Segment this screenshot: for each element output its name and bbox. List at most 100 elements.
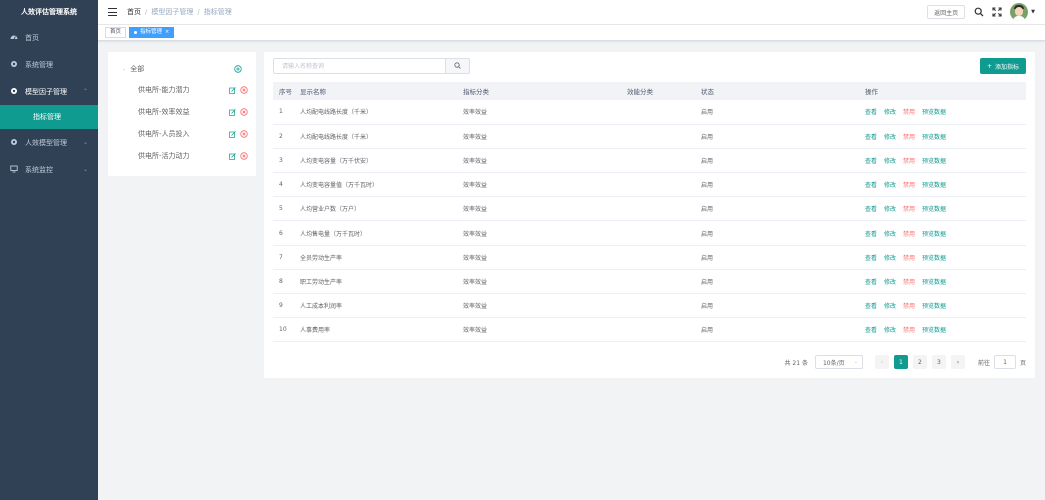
disable-button[interactable]: 禁用 — [903, 279, 915, 286]
preview-data-button[interactable]: 预览数据 — [922, 231, 946, 238]
view-button[interactable]: 查看 — [865, 206, 877, 213]
view-button[interactable]: 查看 — [865, 134, 877, 141]
tree-root[interactable]: ⌄ 全部 — [122, 63, 144, 75]
preview-data-button[interactable]: 预览数据 — [922, 206, 946, 213]
preview-data-button[interactable]: 预览数据 — [922, 134, 946, 141]
search-input[interactable] — [273, 58, 446, 74]
edit-button[interactable]: 修改 — [884, 327, 896, 334]
tree-node-label: 供电所-效率效益 — [138, 108, 190, 116]
view-button[interactable]: 查看 — [865, 182, 877, 189]
edit-icon[interactable] — [228, 86, 236, 94]
sidebar-subitem-label: 指标管理 — [33, 113, 61, 121]
edit-icon[interactable] — [228, 152, 236, 160]
table-cell: 人工成本利润率 — [294, 293, 457, 319]
page-button[interactable]: 1 — [893, 355, 908, 369]
view-button[interactable]: 查看 — [865, 109, 877, 116]
goto-page-input[interactable] — [993, 355, 1016, 369]
sidebar-subitem-indicator[interactable]: 指标管理 — [0, 105, 98, 129]
search-button[interactable] — [446, 58, 470, 74]
tree-node[interactable]: 供电所-能力潜力 — [138, 84, 248, 96]
caret-down-icon[interactable]: ⌄ — [122, 66, 126, 72]
view-button[interactable]: 查看 — [865, 231, 877, 238]
sidebar-item-home[interactable]: 首页 — [0, 24, 98, 51]
edit-button[interactable]: 修改 — [884, 134, 896, 141]
view-button[interactable]: 查看 — [865, 279, 877, 286]
page-size-select[interactable]: 10条/页 ⌄ — [814, 355, 863, 369]
disable-button[interactable]: 禁用 — [903, 231, 915, 238]
disable-button[interactable]: 禁用 — [903, 109, 915, 116]
avatar[interactable] — [1010, 3, 1029, 21]
view-button[interactable]: 查看 — [865, 327, 877, 334]
table-cell: 启用 — [695, 124, 859, 149]
edit-button[interactable]: 修改 — [884, 158, 896, 165]
table-cell: 全员劳动生产率 — [294, 245, 457, 270]
edit-icon[interactable] — [228, 130, 236, 138]
add-indicator-button[interactable]: + 添加指标 — [979, 58, 1026, 74]
edit-button[interactable]: 修改 — [884, 206, 896, 213]
sidebar-item-model-factor[interactable]: 模型因子管理 ⌃ — [0, 78, 98, 105]
preview-data-button[interactable]: 预览数据 — [922, 303, 946, 310]
preview-data-button[interactable]: 预览数据 — [922, 109, 946, 116]
view-button[interactable]: 查看 — [865, 303, 877, 310]
edit-button[interactable]: 修改 — [884, 182, 896, 189]
tree-node[interactable]: 供电所-效率效益 — [138, 106, 248, 118]
edit-button[interactable]: 修改 — [884, 231, 896, 238]
tag-label: 指标管理 — [140, 29, 163, 35]
search-icon[interactable] — [974, 7, 984, 17]
tag-indicator-management[interactable]: 指标管理 × — [129, 27, 175, 38]
preview-data-button[interactable]: 预览数据 — [922, 182, 946, 189]
delete-icon[interactable] — [240, 152, 248, 160]
preview-data-button[interactable]: 预览数据 — [922, 255, 946, 262]
hamburger-icon[interactable] — [108, 8, 117, 16]
close-icon[interactable]: × — [165, 28, 169, 37]
preview-data-button[interactable]: 预览数据 — [922, 327, 946, 334]
return-home-button[interactable]: 返回主页 — [927, 5, 966, 19]
disable-button[interactable]: 禁用 — [903, 206, 915, 213]
next-page-button[interactable]: › — [950, 355, 965, 369]
disable-button[interactable]: 禁用 — [903, 303, 915, 310]
column-header: 操作 — [859, 82, 1026, 100]
disable-button[interactable]: 禁用 — [903, 327, 915, 334]
edit-icon[interactable] — [228, 108, 236, 116]
disable-button[interactable]: 禁用 — [903, 182, 915, 189]
preview-data-button[interactable]: 预览数据 — [922, 158, 946, 165]
breadcrumb-home[interactable]: 首页 — [127, 7, 141, 17]
tag-home[interactable]: 首页 — [105, 27, 127, 38]
preview-data-button[interactable]: 预览数据 — [922, 279, 946, 286]
breadcrumb-separator: / — [197, 8, 200, 16]
category-tree-panel: ⌄ 全部 供电所-能力潜力 供电所-效率效益 供电所-人员投入 供电所-活力动力 — [108, 52, 256, 176]
edit-button[interactable]: 修改 — [884, 303, 896, 310]
delete-icon[interactable] — [240, 130, 248, 138]
chevron-down-icon: ⌄ — [853, 359, 858, 365]
table-row: 9 人工成本利润率 效率效益 启用 查看 修改 禁用 预览数据 — [273, 293, 1026, 319]
disable-button[interactable]: 禁用 — [903, 158, 915, 165]
fullscreen-icon[interactable] — [992, 7, 1002, 17]
delete-icon[interactable] — [240, 108, 248, 116]
page-button[interactable]: 3 — [931, 355, 946, 369]
sidebar-item-monitor[interactable]: 系统监控 ⌄ — [0, 156, 98, 183]
column-header: 指标分类 — [457, 82, 621, 100]
disable-button[interactable]: 禁用 — [903, 134, 915, 141]
row-actions: 查看 修改 禁用 预览数据 — [859, 196, 1026, 222]
tree-node[interactable]: 供电所-活力动力 — [138, 150, 248, 162]
prev-page-button[interactable]: ‹ — [874, 355, 889, 369]
sidebar-item-system[interactable]: 系统管理 — [0, 51, 98, 78]
delete-icon[interactable] — [240, 86, 248, 94]
edit-button[interactable]: 修改 — [884, 279, 896, 286]
edit-button[interactable]: 修改 — [884, 255, 896, 262]
caret-down-icon[interactable]: ▼ — [1031, 9, 1035, 15]
tree-node[interactable]: 供电所-人员投入 — [138, 128, 248, 140]
table-cell: 效率效益 — [457, 124, 621, 149]
page-button[interactable]: 2 — [912, 355, 927, 369]
disable-button[interactable]: 禁用 — [903, 255, 915, 262]
table-cell: 9 — [273, 293, 294, 319]
sidebar-item-efficiency-model[interactable]: 人效模型管理 ⌄ — [0, 129, 98, 156]
column-header: 效能分类 — [621, 82, 695, 100]
table-cell: 效率效益 — [457, 100, 621, 125]
table-cell: 职工劳动生产率 — [294, 269, 457, 295]
edit-button[interactable]: 修改 — [884, 109, 896, 116]
view-button[interactable]: 查看 — [865, 255, 877, 262]
sidebar-item-label: 首页 — [25, 33, 39, 42]
add-circle-icon[interactable] — [234, 65, 242, 75]
view-button[interactable]: 查看 — [865, 158, 877, 165]
